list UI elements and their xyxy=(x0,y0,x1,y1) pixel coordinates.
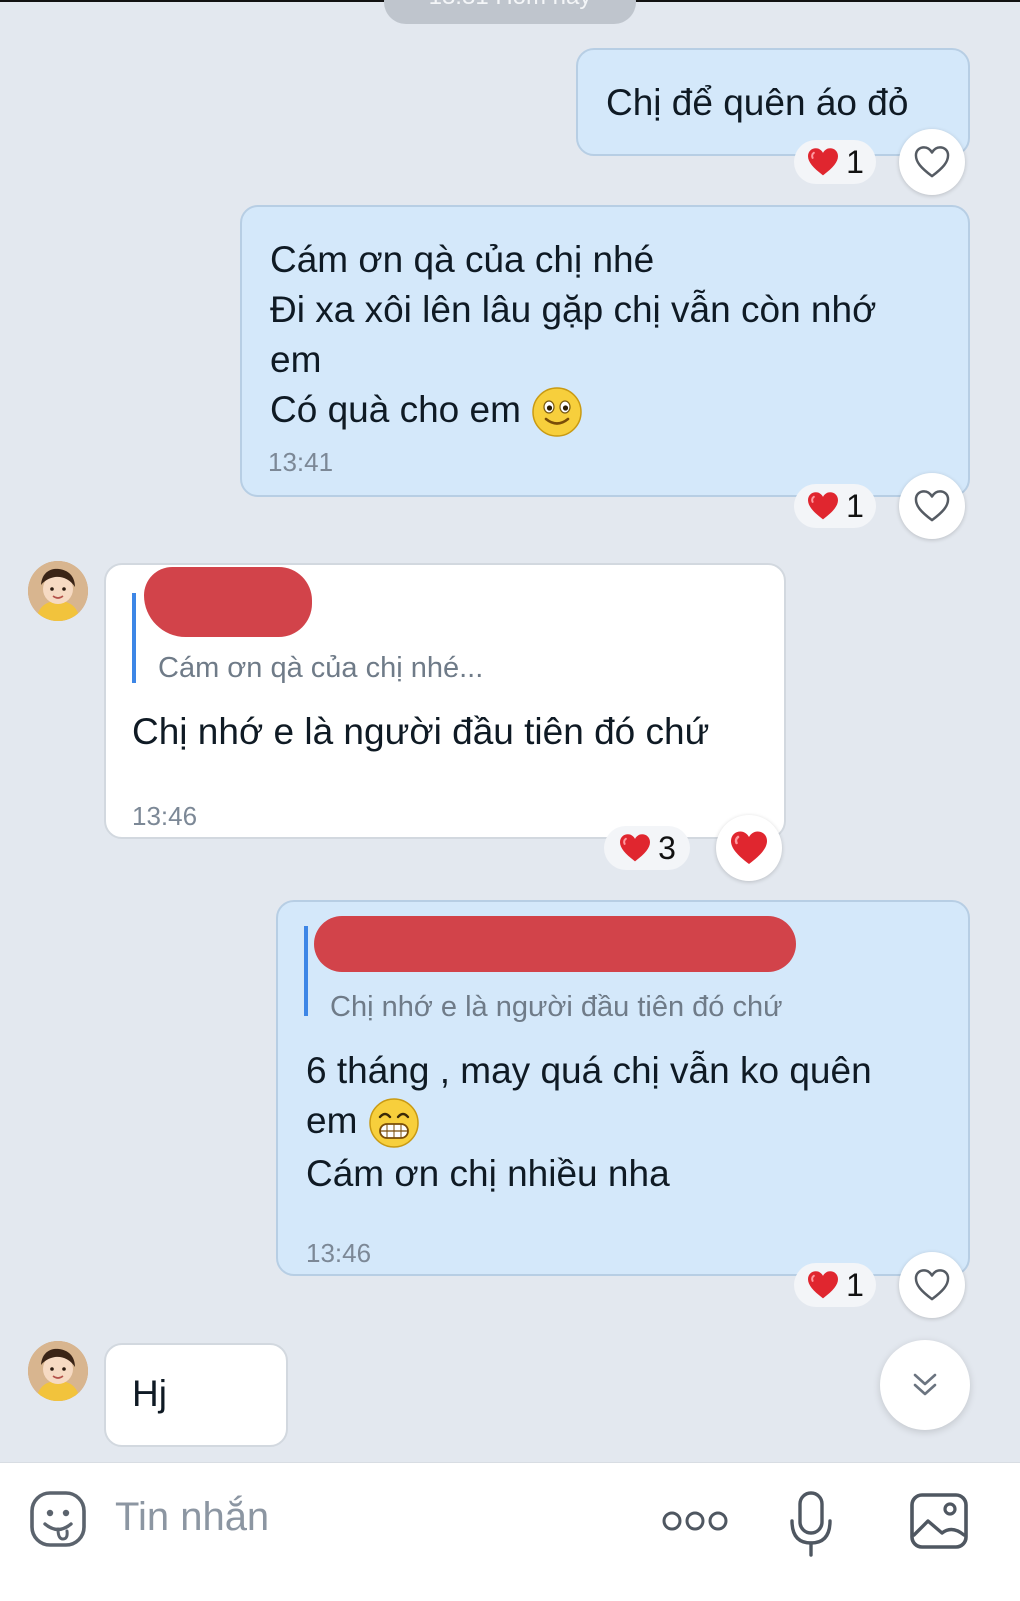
heart-outline-icon xyxy=(913,145,951,179)
redacted-sender-name xyxy=(144,567,312,637)
reaction-summary[interactable]: 3 xyxy=(604,826,690,870)
message-text-line: Cám ơn chị nhiều nha xyxy=(306,1153,670,1195)
more-dots-icon xyxy=(662,1511,728,1531)
heart-icon xyxy=(806,491,840,521)
message-text-line: Có quà cho em xyxy=(270,385,968,438)
message-timestamp: 13:41 xyxy=(268,447,334,477)
message-text: em xyxy=(306,1100,358,1141)
heart-icon xyxy=(806,1270,840,1300)
message-composer xyxy=(0,1462,1020,1601)
react-button-active[interactable] xyxy=(716,815,782,881)
message-timestamp: 13:46 xyxy=(132,801,198,831)
message-text-line: 6 tháng , may quá chị vẫn ko quên xyxy=(306,1050,872,1091)
heart-icon xyxy=(806,147,840,177)
quoted-message-text: Chị nhớ e là người đầu tiên đó chứ xyxy=(330,991,783,1023)
reaction-count: 1 xyxy=(846,143,864,180)
message-timestamp: 13:46 xyxy=(306,1238,372,1268)
message-text-line: Cám ơn qà của chị nhé xyxy=(270,239,655,280)
message-text: Có quà cho em xyxy=(270,389,521,430)
redacted-sender-name xyxy=(314,916,796,972)
message-bubble-outgoing[interactable]: Chị nhớ e là người đầu tiên đó chứ 6 thá… xyxy=(276,900,970,1276)
reaction-count: 1 xyxy=(846,487,864,524)
message-text-line: em xyxy=(306,1096,872,1149)
contact-avatar[interactable] xyxy=(28,1341,88,1401)
smile-emoji-icon xyxy=(532,387,582,437)
heart-icon xyxy=(618,833,652,863)
double-chevron-down-icon xyxy=(913,1373,937,1396)
grin-emoji-icon xyxy=(368,1098,419,1148)
quoted-message-text: Cám ơn qà của chị nhé... xyxy=(158,652,484,684)
reaction-summary[interactable]: 1 xyxy=(794,1263,876,1307)
heart-outline-icon xyxy=(913,1268,951,1302)
more-options-button[interactable] xyxy=(660,1503,730,1539)
contact-avatar[interactable] xyxy=(28,561,88,621)
reaction-count: 3 xyxy=(658,829,676,866)
message-text: Chị nhớ e là người đầu tiên đó chứ xyxy=(132,711,710,752)
message-text: Hj xyxy=(132,1373,167,1414)
reaction-summary[interactable]: 1 xyxy=(794,484,876,528)
scroll-to-bottom-button[interactable] xyxy=(880,1340,970,1430)
message-text: Chị để quên áo đỏ xyxy=(606,82,909,123)
voice-message-button[interactable] xyxy=(786,1489,836,1559)
sticker-face-icon xyxy=(30,1491,86,1547)
avatar-image xyxy=(28,561,88,621)
react-button[interactable] xyxy=(899,473,965,539)
message-text-line: Đi xa xôi lên lâu gặp chị vẫn còn nhớ xyxy=(270,289,877,330)
react-button[interactable] xyxy=(899,129,965,195)
reaction-count: 1 xyxy=(846,1266,864,1303)
message-bubble-incoming[interactable]: Hj xyxy=(104,1343,288,1447)
sticker-button[interactable] xyxy=(28,1489,88,1549)
react-button[interactable] xyxy=(899,1252,965,1318)
heart-outline-icon xyxy=(913,489,951,523)
heart-icon xyxy=(729,830,769,866)
message-text-line: em xyxy=(270,339,322,380)
message-input[interactable] xyxy=(115,1495,615,1540)
date-separator: 13:31 Hôm nay xyxy=(384,0,636,24)
avatar-image xyxy=(28,1341,88,1401)
photo-button[interactable] xyxy=(908,1491,970,1551)
message-bubble-incoming[interactable]: Cám ơn qà của chị nhé... Chị nhớ e là ng… xyxy=(104,563,786,839)
microphone-icon xyxy=(790,1491,832,1557)
message-bubble-outgoing[interactable]: Cám ơn qà của chị nhé Đi xa xôi lên lâu … xyxy=(240,205,970,497)
reaction-summary[interactable]: 1 xyxy=(794,140,876,184)
image-icon xyxy=(910,1493,968,1549)
